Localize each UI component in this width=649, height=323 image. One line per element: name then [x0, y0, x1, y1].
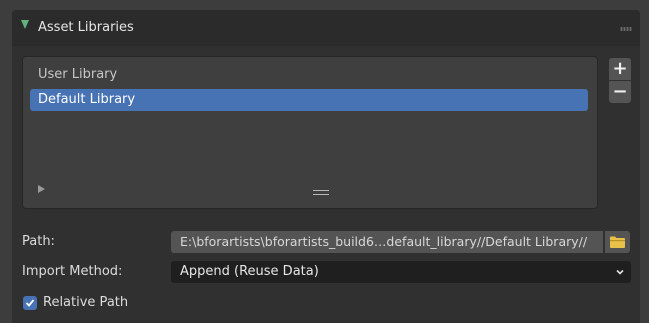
add-library-button[interactable]: +: [609, 58, 631, 80]
panel-header[interactable]: Asset Libraries: [12, 10, 640, 46]
import-method-dropdown[interactable]: Append (Reuse Data): [171, 261, 631, 283]
list-item-default-library[interactable]: Default Library: [30, 89, 588, 111]
disclosure-triangle-icon[interactable]: [21, 20, 29, 29]
asset-libraries-panel: Asset Libraries User Library Default Lib…: [12, 10, 640, 323]
relative-path-checkbox[interactable]: [23, 296, 37, 310]
import-method-label: Import Method:: [22, 264, 123, 279]
list-expand-arrow-icon[interactable]: [38, 185, 45, 193]
library-list[interactable]: User Library Default Library: [22, 56, 598, 209]
relative-path-label[interactable]: Relative Path: [43, 295, 128, 310]
browse-folder-button[interactable]: [605, 231, 630, 253]
panel-title: Asset Libraries: [38, 20, 134, 35]
list-resize-handle[interactable]: [313, 190, 329, 195]
import-method-value: Append (Reuse Data): [180, 264, 319, 279]
path-label: Path:: [22, 234, 55, 249]
drag-grip-icon[interactable]: [620, 27, 632, 31]
path-field[interactable]: E:\bforartists\bforartists_build6…defaul…: [171, 231, 603, 253]
checkmark-icon: [25, 299, 35, 307]
list-item-user-library[interactable]: User Library: [30, 64, 588, 86]
folder-icon: [610, 236, 625, 248]
remove-library-button[interactable]: −: [609, 81, 631, 103]
chevron-down-icon: [616, 269, 624, 275]
